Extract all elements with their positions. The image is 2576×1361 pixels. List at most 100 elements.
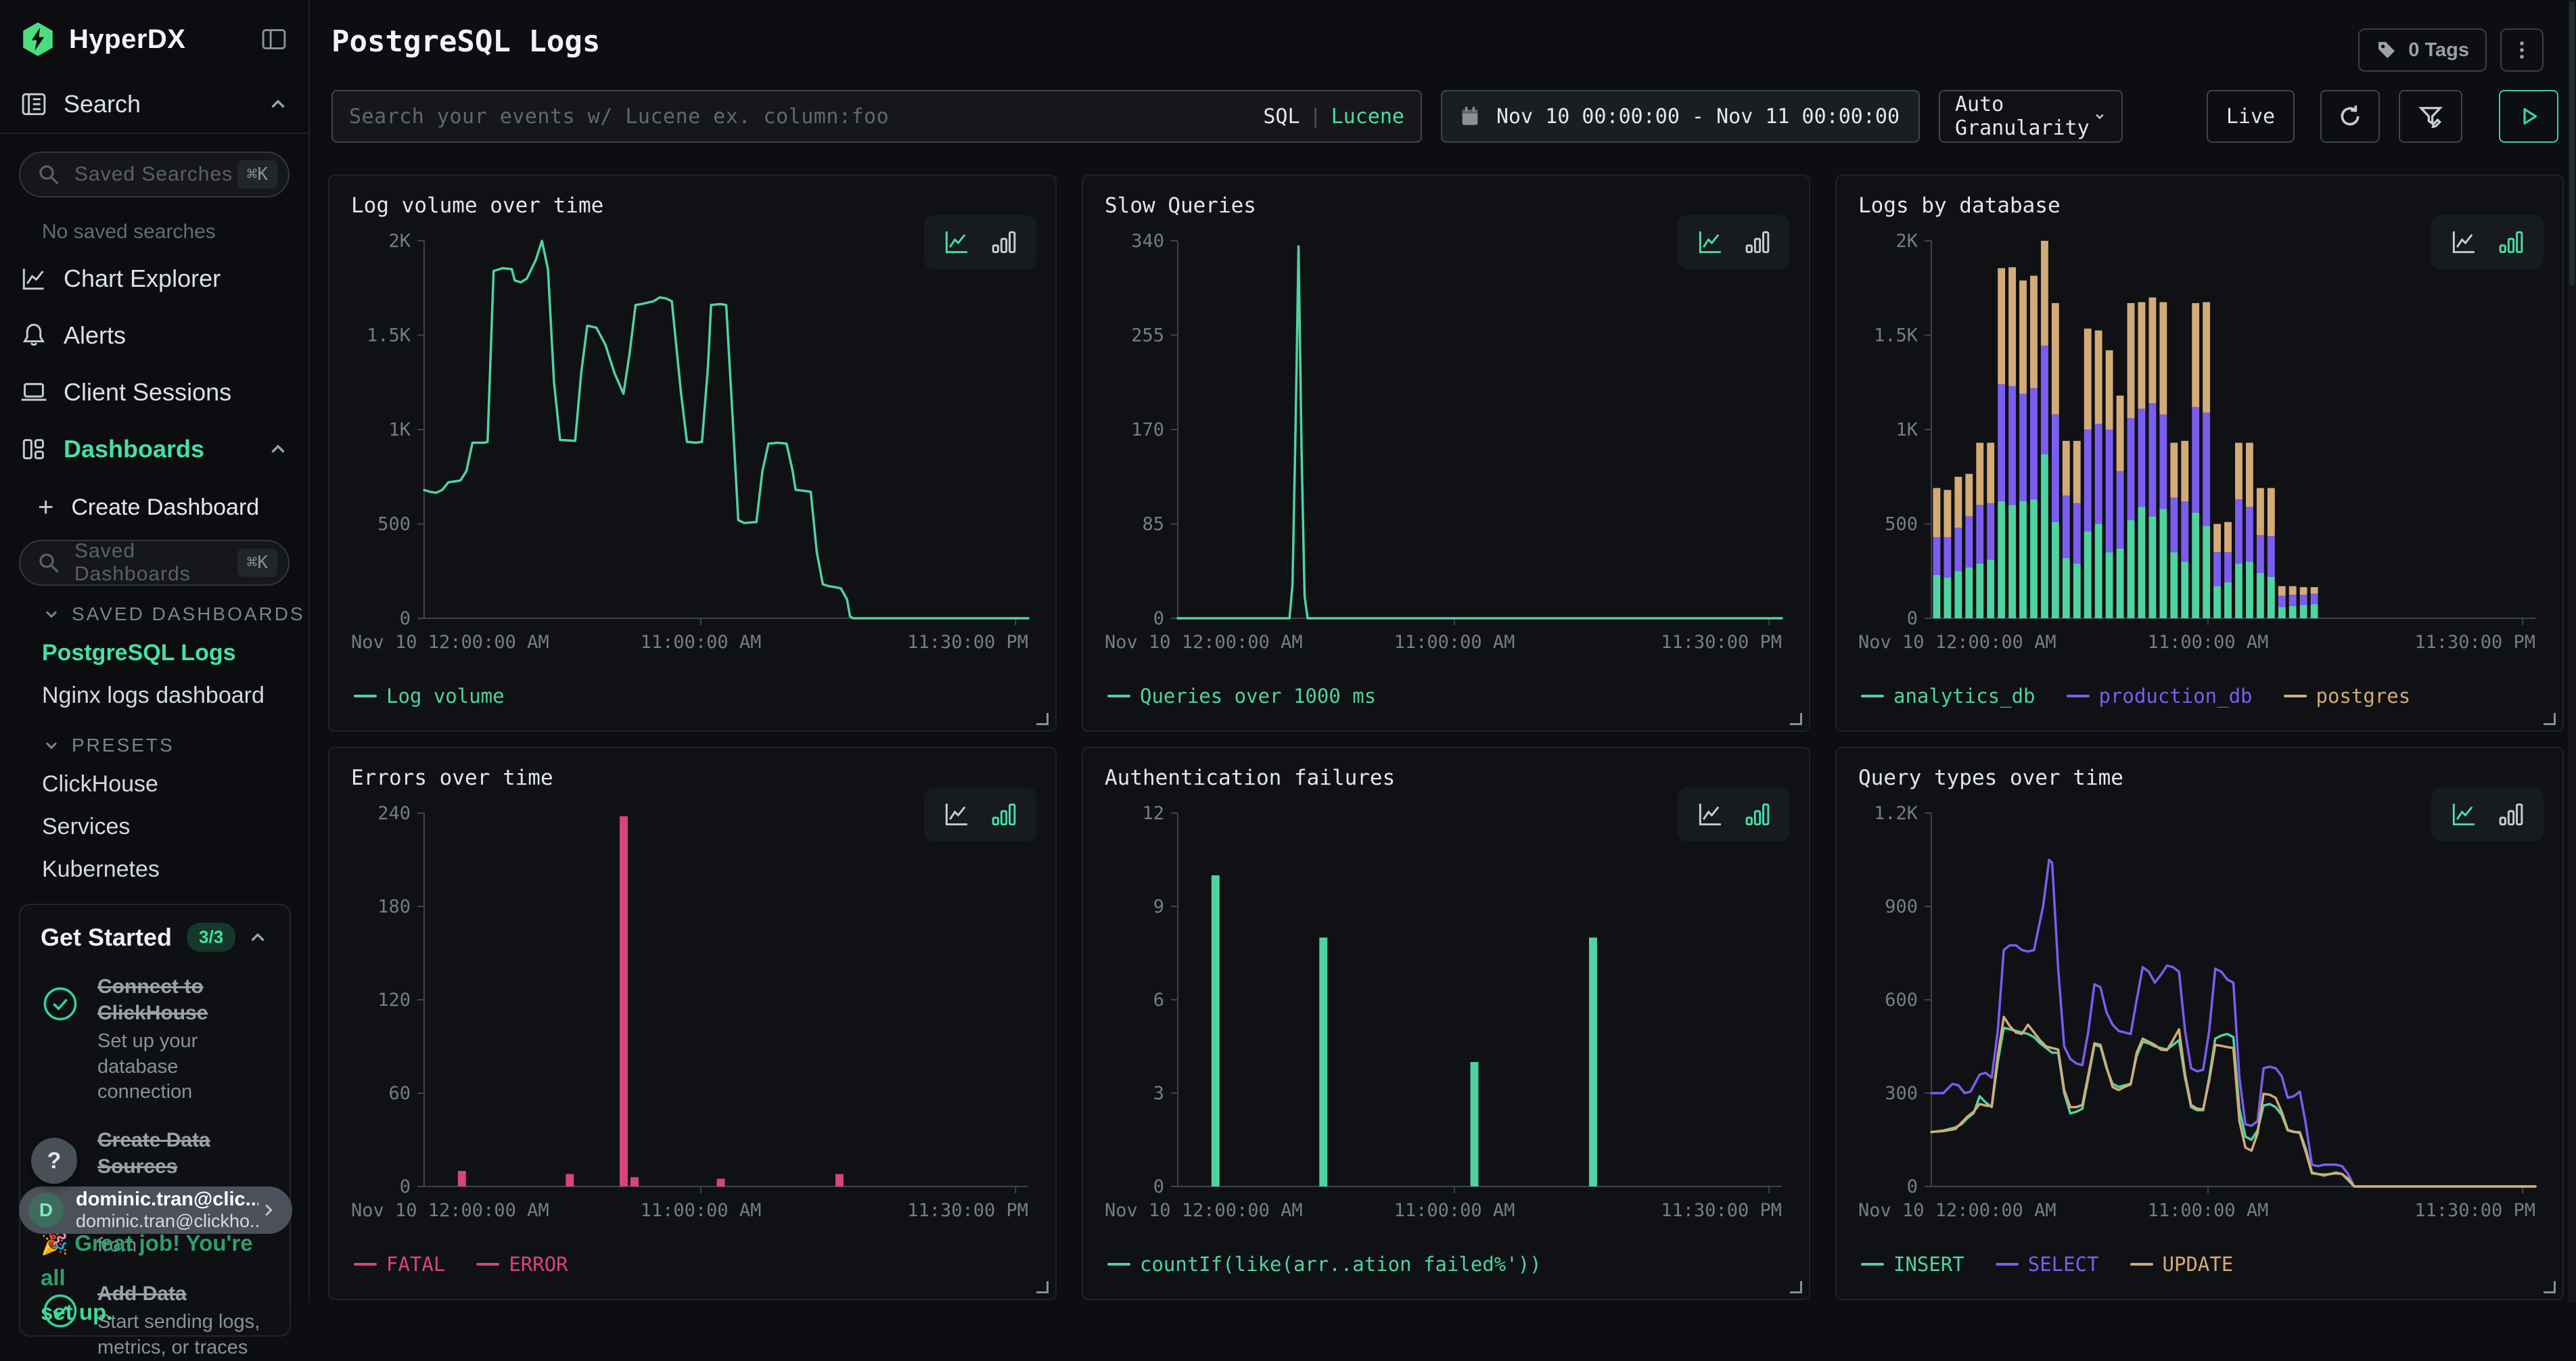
get-started-item-connect[interactable]: Connect to ClickHouse Set up your databa… <box>41 973 269 1105</box>
chart-legend: countIf(like(arr..ation failed%')) <box>1107 1253 1542 1276</box>
chevron-down-icon <box>42 736 61 755</box>
legend-item[interactable]: FATAL <box>354 1253 445 1276</box>
line-series <box>1178 246 1782 618</box>
sidebar-item-client-sessions[interactable]: Client Sessions <box>0 364 308 421</box>
resize-handle-icon[interactable] <box>1790 1281 1802 1293</box>
app-title: HyperDX <box>69 24 258 55</box>
filter-edit-button[interactable] <box>2399 90 2462 143</box>
legend-item[interactable]: Queries over 1000 ms <box>1107 685 1376 708</box>
logo-row: HyperDX <box>0 0 308 76</box>
line-chart-icon[interactable] <box>942 800 971 829</box>
sidebar-dashboard-nginx-logs[interactable]: Nginx logs dashboard <box>0 674 308 717</box>
chevron-up-icon[interactable] <box>267 93 290 116</box>
resize-handle-icon[interactable] <box>2544 1281 2556 1293</box>
refresh-button[interactable] <box>2320 90 2380 143</box>
x-axis-label: 11:00:00 AM <box>2148 632 2269 653</box>
stacked-bar-segment <box>2019 501 2027 618</box>
y-axis-label: 6 <box>1153 990 1164 1011</box>
sidebar-item-dashboards[interactable]: Dashboards <box>0 421 308 478</box>
saved-searches-input[interactable]: Saved Searches ⌘K <box>19 152 290 198</box>
bar-chart-icon[interactable] <box>989 227 1019 257</box>
run-query-button[interactable] <box>2499 90 2558 143</box>
line-chart-icon[interactable] <box>2449 800 2479 829</box>
chart-title: Logs by database <box>1858 193 2061 218</box>
stacked-bar-segment <box>2008 505 2016 618</box>
chart-type-toggle <box>1678 215 1790 269</box>
user-menu[interactable]: D dominic.tran@clic... dominic.tran@clic… <box>19 1186 292 1234</box>
resize-handle-icon[interactable] <box>2544 713 2556 725</box>
legend-item[interactable]: postgres <box>2284 685 2411 708</box>
line-series <box>1931 860 2535 1186</box>
help-button[interactable]: ? <box>31 1138 77 1184</box>
bar-chart-icon[interactable] <box>989 800 1019 829</box>
legend-item[interactable]: analytics_db <box>1861 685 2036 708</box>
sidebar-preset-clickhouse[interactable]: ClickHouse <box>0 763 308 806</box>
question-mark-icon: ? <box>47 1148 62 1174</box>
bar-chart-icon[interactable] <box>2496 800 2526 829</box>
refresh-icon <box>2337 103 2364 130</box>
stacked-bar-segment <box>2289 606 2297 618</box>
sidebar-preset-services[interactable]: Services <box>0 806 308 848</box>
chevron-up-icon[interactable] <box>246 926 269 949</box>
date-range-picker[interactable]: Nov 10 00:00:00 - Nov 11 00:00:00 <box>1441 90 1920 143</box>
stacked-bar-segment <box>2235 563 2242 618</box>
line-series <box>424 241 1028 618</box>
legend-item[interactable]: Log volume <box>354 685 505 708</box>
stacked-bar-segment <box>2159 509 2167 618</box>
bar <box>835 1174 844 1186</box>
live-button[interactable]: Live <box>2207 90 2295 143</box>
bar-chart-icon[interactable] <box>2496 227 2526 257</box>
resize-handle-icon[interactable] <box>1036 713 1049 725</box>
line-chart-icon[interactable] <box>1695 227 1725 257</box>
no-saved-searches-text: No saved searches <box>0 198 308 250</box>
scrollbar[interactable] <box>2568 0 2576 1303</box>
granularity-select[interactable]: Auto Granularity <box>1939 90 2123 143</box>
stacked-bar-segment <box>1976 443 1983 505</box>
legend-swatch <box>2067 695 2090 697</box>
bar <box>1471 1062 1479 1186</box>
stacked-bar-segment <box>2192 303 2199 407</box>
dashboard-menu-button[interactable] <box>2500 28 2544 72</box>
y-axis-label: 180 <box>377 896 411 917</box>
sidebar-collapse-icon[interactable] <box>258 24 290 54</box>
legend-item[interactable]: UPDATE <box>2130 1253 2234 1276</box>
legend-item[interactable]: countIf(like(arr..ation failed%')) <box>1107 1253 1542 1276</box>
sidebar-item-search[interactable]: Search <box>0 76 308 133</box>
chart-legend: Queries over 1000 ms <box>1107 685 1376 708</box>
line-chart-icon[interactable] <box>2449 227 2479 257</box>
stacked-bar-segment <box>2008 386 2016 505</box>
setup-complete-message: 🎉 Great job! You're all set up. <box>41 1226 264 1329</box>
stacked-bar-segment <box>2063 558 2070 618</box>
legend-item[interactable]: INSERT <box>1861 1253 1964 1276</box>
stacked-bar-segment <box>2311 594 2318 604</box>
sidebar-item-alerts[interactable]: Alerts <box>0 307 308 364</box>
event-search-input[interactable]: Search your events w/ Lucene ex. column:… <box>331 90 1422 143</box>
legend-item[interactable]: ERROR <box>476 1253 568 1276</box>
stacked-bar-segment <box>2203 526 2210 618</box>
sidebar-preset-kubernetes[interactable]: Kubernetes <box>0 848 308 891</box>
stacked-bar-segment <box>2268 488 2275 536</box>
chevron-up-icon[interactable] <box>267 438 290 461</box>
legend-item[interactable]: production_db <box>2067 685 2253 708</box>
sidebar-dashboard-postgresql-logs[interactable]: PostgreSQL Logs <box>0 632 308 674</box>
filter-edit-icon <box>2416 102 2445 131</box>
bar-chart-icon[interactable] <box>1743 227 1772 257</box>
line-chart-icon[interactable] <box>1695 800 1725 829</box>
create-dashboard-button[interactable]: + Create Dashboard <box>0 478 308 528</box>
line-chart-icon[interactable] <box>942 227 971 257</box>
lang-sql-toggle[interactable]: SQL <box>1263 105 1300 129</box>
scrollbar-thumb[interactable] <box>2569 1 2575 285</box>
legend-item[interactable]: SELECT <box>1996 1253 2099 1276</box>
sidebar-item-chart-explorer[interactable]: Chart Explorer <box>0 250 308 307</box>
section-saved-dashboards[interactable]: SAVED DASHBOARDS <box>0 586 308 632</box>
bar-chart-icon[interactable] <box>1743 800 1772 829</box>
lang-lucene-toggle[interactable]: Lucene <box>1331 105 1404 129</box>
saved-dashboards-input[interactable]: Saved Dashboards ⌘K <box>19 540 290 586</box>
resize-handle-icon[interactable] <box>1790 713 1802 725</box>
tags-button[interactable]: 0 Tags <box>2358 28 2487 72</box>
chart-type-toggle <box>924 787 1036 841</box>
create-dashboard-label: Create Dashboard <box>71 494 259 521</box>
resize-handle-icon[interactable] <box>1036 1281 1049 1293</box>
section-presets[interactable]: PRESETS <box>0 717 308 763</box>
stacked-bar-segment <box>2095 524 2102 619</box>
